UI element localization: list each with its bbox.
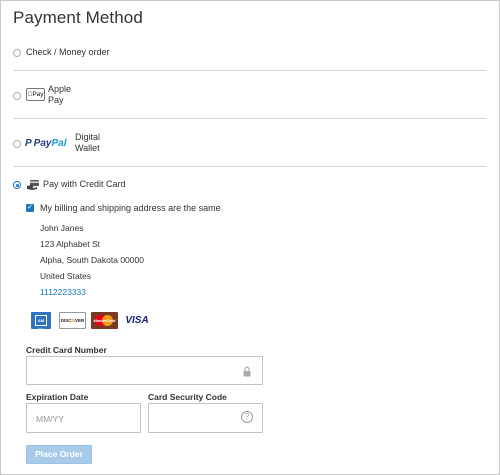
- method-label-apple-pay: Apple Pay: [48, 84, 71, 106]
- expiration-placeholder: MM/YY: [36, 414, 64, 424]
- discover-text: VER: [75, 318, 85, 323]
- mastercard-logo: MasterCard: [91, 312, 118, 329]
- mastercard-text: MasterCard: [93, 318, 116, 323]
- security-code-label: Card Security Code: [148, 392, 227, 402]
- lock-icon: [243, 366, 251, 377]
- divider: [13, 166, 486, 167]
- method-label-line: Wallet: [75, 143, 100, 153]
- security-code-input[interactable]: ?: [148, 403, 263, 433]
- help-icon[interactable]: ?: [241, 411, 253, 423]
- method-label-paypal: Digital Wallet: [75, 132, 100, 154]
- paypal-logo-pay: Pay: [33, 138, 52, 149]
- address-city-state-zip: Alpha, South Dakota 00000: [40, 255, 144, 265]
- divider: [13, 70, 486, 71]
- paypal-logo: P PayPal: [25, 138, 66, 149]
- card-number-input[interactable]: [26, 356, 263, 385]
- credit-card-hand-icon: [27, 180, 39, 190]
- paypal-logo-pal: Pal: [51, 138, 67, 149]
- amex-logo: AM EX: [31, 312, 51, 332]
- address-name: John Janes: [40, 223, 84, 233]
- place-order-button[interactable]: Place Order: [26, 445, 92, 464]
- radio-check-money-order[interactable]: [13, 49, 21, 57]
- discover-logo: DISCOVER: [59, 312, 86, 329]
- method-label-check: Check / Money order: [26, 47, 110, 57]
- same-address-checkbox[interactable]: ✓: [26, 204, 34, 212]
- address-phone-link[interactable]: 1112223333: [40, 287, 86, 297]
- method-label-credit-card: Pay with Credit Card: [43, 179, 126, 189]
- page-title: Payment Method: [13, 8, 143, 27]
- radio-apple-pay[interactable]: [13, 92, 21, 100]
- radio-paypal[interactable]: [13, 140, 21, 148]
- paypal-mark-icon: P: [25, 138, 32, 149]
- card-number-label: Credit Card Number: [26, 345, 107, 355]
- method-label-line: Apple: [48, 84, 72, 94]
- divider: [13, 118, 486, 119]
- amex-logo-text: AM EX: [35, 315, 47, 332]
- expiration-input[interactable]: MM/YY: [26, 403, 141, 433]
- visa-logo: VISA: [125, 315, 149, 326]
- address-street: 123 Alphabet St: [40, 239, 101, 249]
- discover-text: DISC: [60, 318, 72, 323]
- method-label-line: Pay: [48, 95, 64, 105]
- expiration-label: Expiration Date: [26, 392, 89, 402]
- same-address-label: My billing and shipping address are the …: [40, 203, 221, 213]
- radio-credit-card[interactable]: [13, 181, 21, 189]
- address-country: United States: [40, 271, 92, 281]
- method-label-line: Digital: [75, 132, 101, 142]
- apple-pay-logo: Pay: [26, 88, 45, 101]
